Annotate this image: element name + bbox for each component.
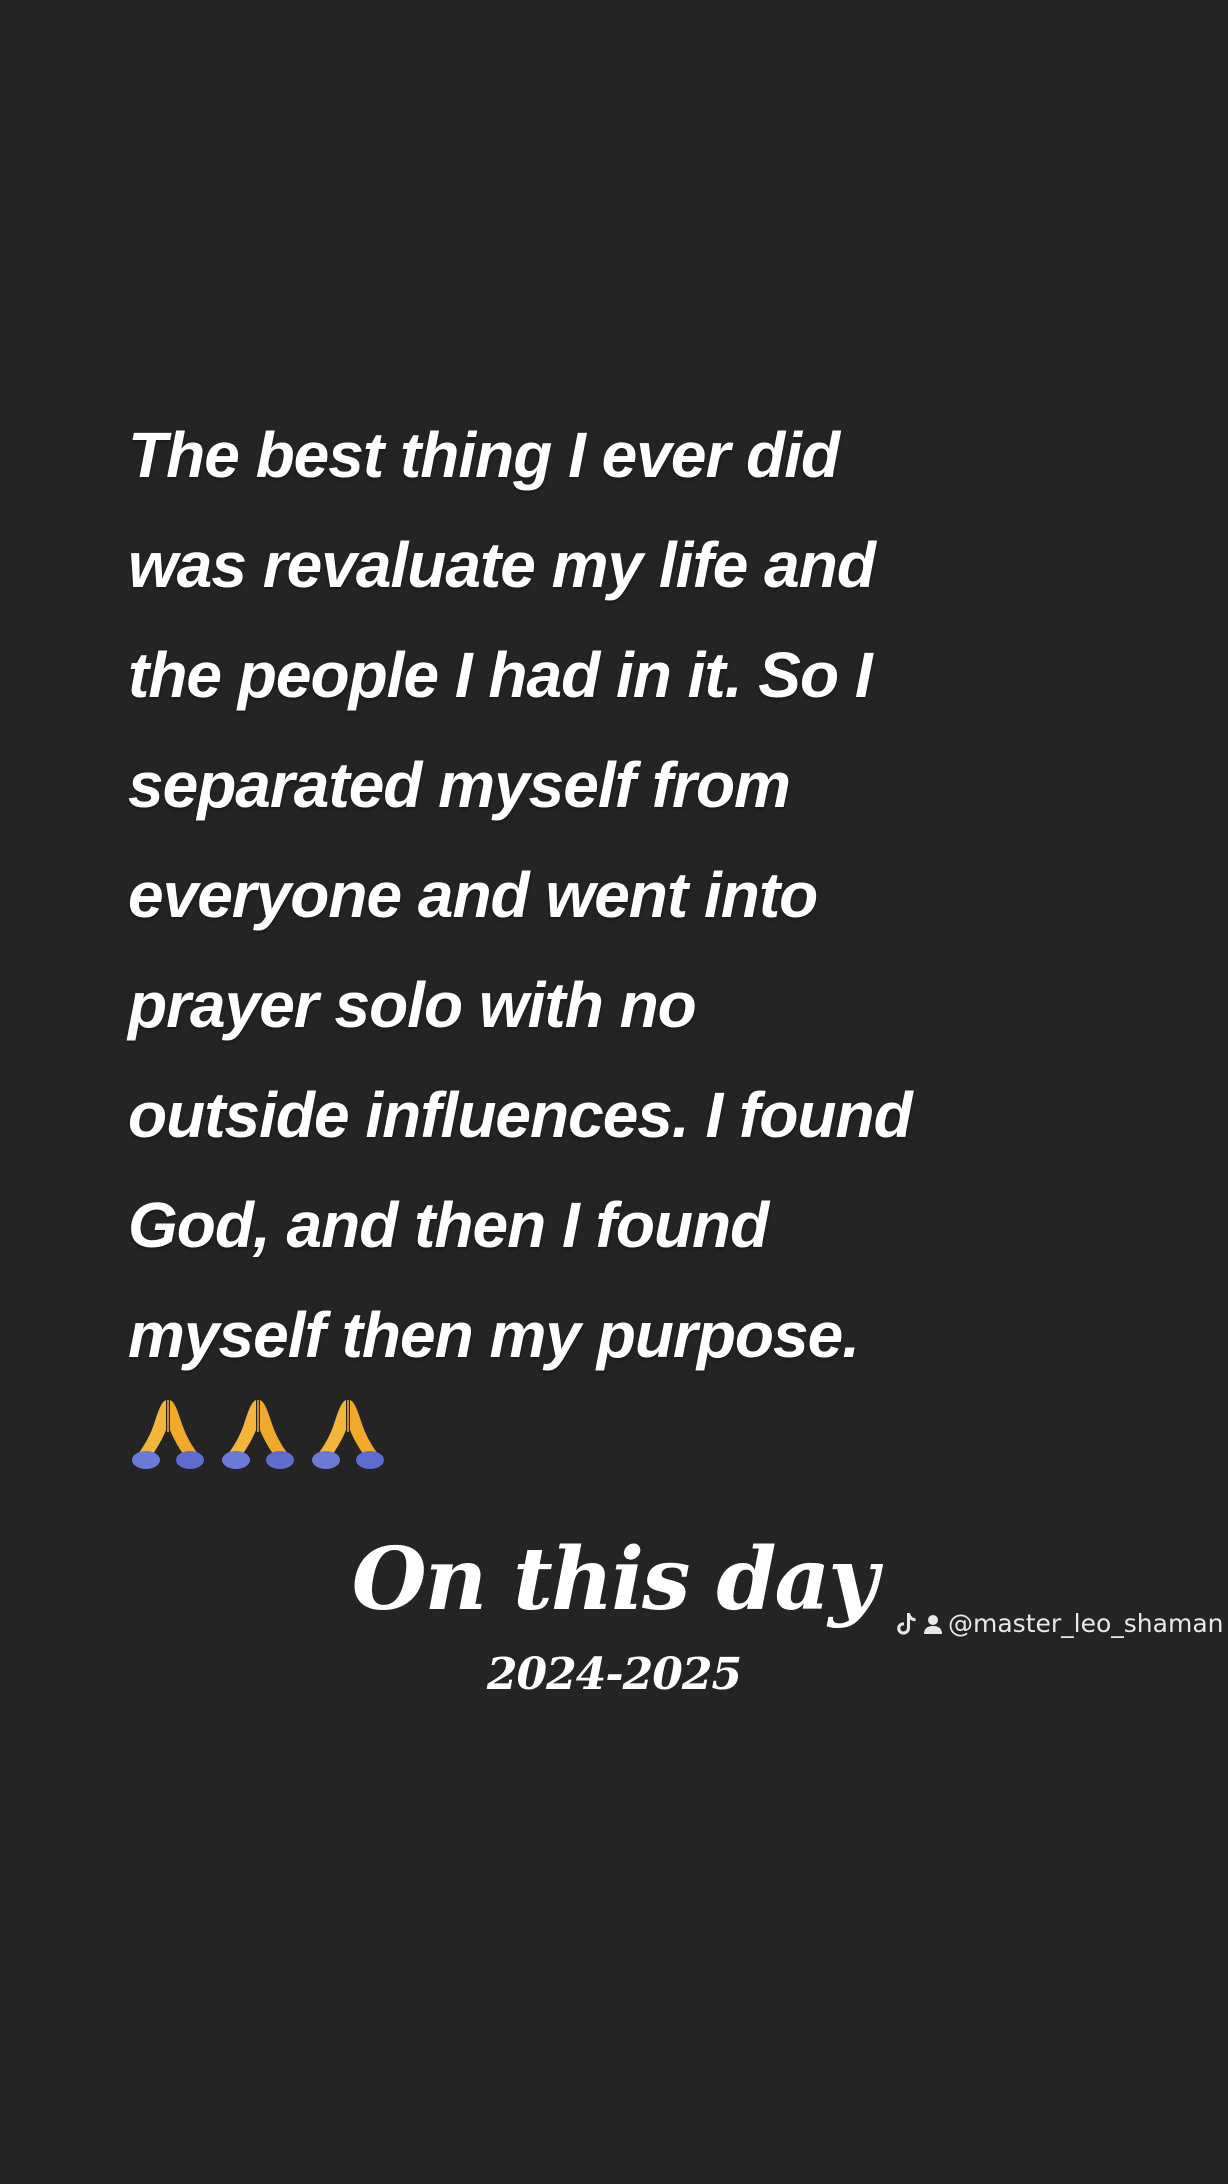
quote-line-9: myself then my purpose.: [128, 1299, 860, 1371]
tiktok-watermark: @master_leo_shaman: [896, 1606, 1224, 1642]
watermark-handle: @master_leo_shaman: [948, 1609, 1224, 1638]
memory-years: 2024-2025: [486, 1649, 742, 1700]
tiktok-icon: [897, 1613, 916, 1635]
quote-line-7: outside influences. I found: [128, 1079, 913, 1151]
quote-line-3: the people I had in it. So I: [128, 639, 873, 711]
quote-line-1: The best thing I ever did: [128, 419, 840, 491]
quote-line-6: prayer solo with no: [128, 969, 697, 1041]
praying-hands-icon: [132, 1400, 204, 1469]
quote-line-4: separated myself from: [128, 749, 791, 821]
user-icon: [924, 1615, 942, 1634]
quote-line-8: God, and then I found: [128, 1189, 769, 1261]
quote-line-2: was revaluate my life and: [128, 529, 876, 601]
emoji-row: [128, 1392, 388, 1472]
praying-hands-icon: [222, 1400, 294, 1469]
praying-hands-icon: [312, 1400, 384, 1469]
quote-text: The best thing I ever did was revaluate …: [128, 400, 1088, 1390]
quote-line-5: everyone and went into: [128, 859, 818, 931]
story-screen: The best thing I ever did was revaluate …: [0, 0, 1228, 2184]
